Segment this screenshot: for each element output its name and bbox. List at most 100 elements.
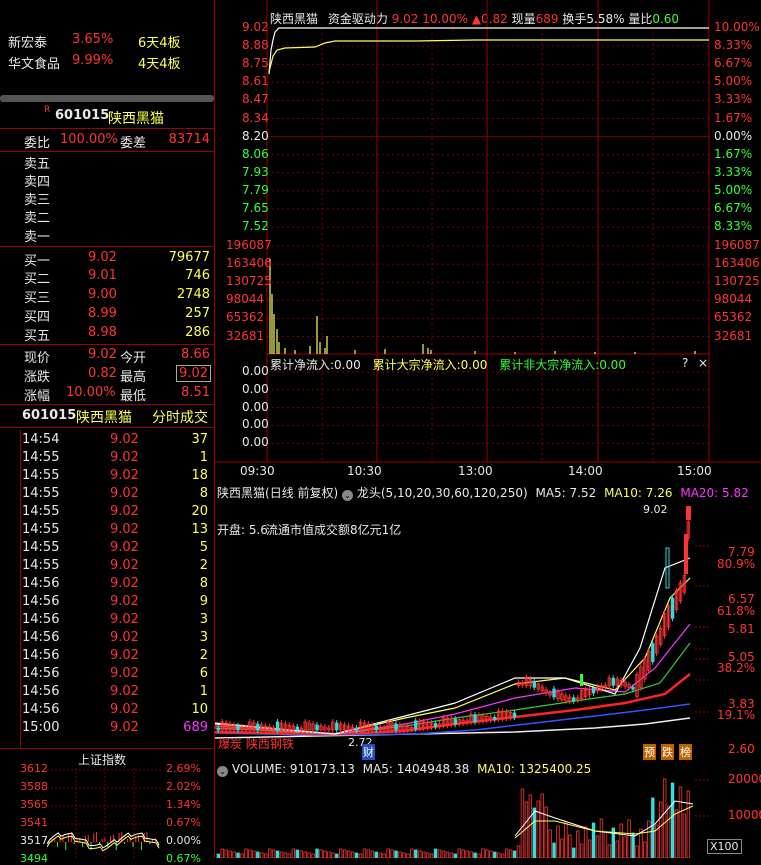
volume-bar	[536, 800, 540, 858]
finance-badge[interactable]: 财	[362, 744, 375, 760]
list-badge[interactable]: 榜	[679, 744, 692, 760]
volume-bar	[682, 813, 687, 858]
tick-time: 14:55	[22, 450, 60, 465]
volume-bar	[335, 853, 339, 858]
volume-bar	[512, 850, 517, 858]
ticks-header[interactable]: 601015 陕西黑猫 分时成交	[0, 404, 214, 428]
volume-axis-tick: 65362	[714, 310, 753, 325]
time-axis-tick: 13:00	[458, 464, 493, 478]
tick-time: 14:55	[22, 486, 60, 501]
percent-axis-tick: 3.33%	[714, 92, 753, 107]
candle	[256, 723, 260, 731]
tick-row: 14:55 9.02 8	[0, 486, 214, 504]
tick-time: 14:56	[22, 630, 60, 645]
volume-bar	[504, 848, 509, 858]
volume-axis-tick: 32681	[226, 328, 265, 343]
tick-price: 9.02	[110, 522, 139, 537]
tick-row: 14:55 9.02 2	[0, 558, 214, 576]
volume-bar	[390, 849, 394, 858]
volume-axis-tick: 130725	[714, 274, 760, 289]
tick-time: 14:55	[22, 558, 60, 573]
price-axis-tick: 9.02	[242, 20, 269, 34]
tick-row: 14:56 9.02 8	[0, 576, 214, 594]
volume-bar	[386, 848, 390, 858]
mini-index-line	[47, 832, 160, 849]
drop-badge[interactable]: 跌	[661, 744, 674, 760]
volume-axis-tick: 32681	[714, 328, 753, 343]
volume-bar	[662, 778, 667, 858]
volume-bar	[508, 849, 513, 858]
tick-time: 14:56	[22, 666, 60, 681]
volume-bar	[315, 848, 319, 858]
tick-row: 14:55 9.02 20	[0, 504, 214, 522]
tick-row: 14:56 9.02 6	[0, 666, 214, 684]
list-item[interactable]: 新宏泰 3.65% 6天4板	[0, 32, 214, 51]
volume-bar	[623, 836, 627, 858]
volume-bar	[429, 853, 434, 858]
price-axis-tick: 7.52	[242, 219, 269, 234]
volume-bar	[493, 851, 497, 858]
forecast-badge[interactable]: 预	[643, 744, 656, 760]
candle	[631, 686, 635, 690]
volume-bar	[670, 782, 675, 858]
buy-level: 买四 8.99 257	[24, 306, 210, 325]
price-line	[268, 27, 709, 75]
volume-bar	[481, 848, 485, 858]
volume-axis-tick: 65362	[226, 310, 265, 325]
flow-axis-tick: 0.00	[242, 399, 269, 414]
time-axis-tick: 15:00	[677, 464, 712, 478]
mini-index-title: 上证指数	[78, 753, 127, 767]
volume-bar	[595, 835, 600, 858]
volume-bar	[469, 851, 473, 858]
tick-volume: 2	[199, 558, 208, 573]
tick-time: 14:56	[22, 648, 60, 663]
tick-price: 9.02	[110, 576, 139, 591]
volume-bar	[267, 848, 272, 858]
close-icon[interactable]: ×	[698, 356, 708, 370]
volume-bar	[370, 850, 375, 858]
volume-bar	[556, 825, 560, 858]
volume-bar	[366, 849, 371, 858]
volume-bar	[350, 851, 355, 858]
volume-bar	[433, 848, 438, 858]
buy-level: 买一 9.02 79677	[24, 250, 210, 269]
mini-left-tick: 3541	[20, 816, 48, 829]
unit-badge[interactable]: X100	[707, 839, 742, 854]
volume-bar	[307, 852, 311, 858]
volume-bar	[678, 786, 683, 858]
tick-volume: 689	[183, 720, 208, 735]
percent-axis-tick: 6.67%	[714, 201, 753, 215]
tick-price: 9.02	[110, 648, 139, 663]
candle	[335, 722, 339, 731]
volume-bar	[651, 797, 655, 858]
percent-axis-tick: 8.33%	[714, 38, 753, 53]
volume-bar	[453, 853, 457, 858]
watch-list-scrollbar[interactable]	[0, 95, 214, 102]
volume-bar	[240, 853, 244, 858]
mini-left-tick: 3494	[20, 852, 48, 865]
candle	[315, 724, 319, 731]
tick-time: 14:56	[22, 702, 60, 717]
volume-bar	[524, 801, 529, 858]
tick-row: 14:56 9.02 2	[0, 648, 214, 666]
list-item[interactable]: 华文食品 9.99% 4天4板	[0, 53, 214, 72]
volume-bar	[327, 851, 331, 858]
candle	[414, 720, 418, 730]
tick-price: 9.02	[110, 540, 139, 555]
buy-level: 买五 8.98 286	[24, 325, 210, 344]
daily-axis-tick: 61.8%	[717, 604, 756, 618]
volume-bar	[374, 851, 378, 858]
volume-bar	[532, 807, 536, 858]
tick-row: 14:56 9.02 3	[0, 612, 214, 630]
volume-bar	[579, 843, 584, 858]
volume-bar	[583, 826, 588, 858]
candle	[275, 721, 280, 731]
volume-bar	[398, 851, 402, 858]
candle	[374, 725, 378, 731]
volume-bar	[342, 849, 347, 858]
help-icon[interactable]: ?	[682, 356, 688, 370]
volume-bar	[572, 847, 576, 858]
volume-bar	[252, 850, 256, 858]
volume-bar	[291, 848, 296, 858]
volume-bar	[465, 850, 469, 858]
